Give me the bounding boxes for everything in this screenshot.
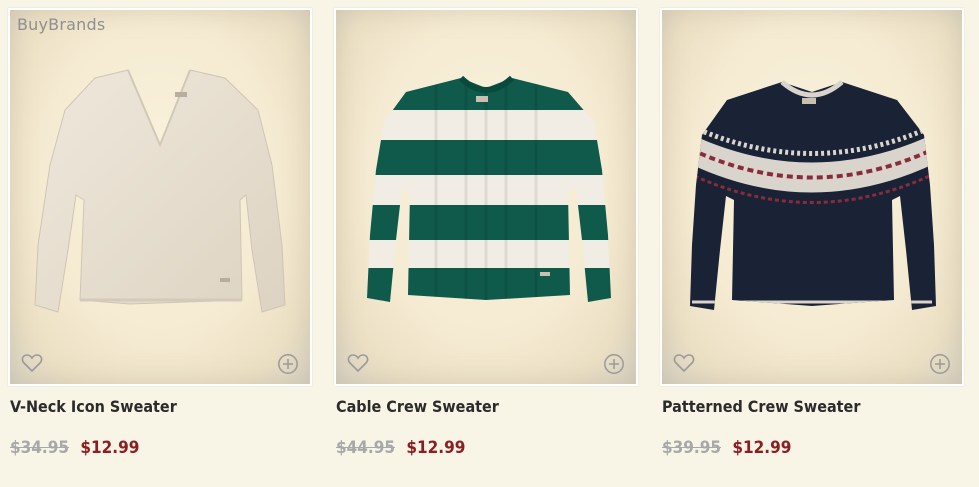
sale-price: $12.99 bbox=[80, 438, 140, 458]
product-image-frame[interactable] bbox=[660, 8, 964, 386]
product-price: $39.95 $12.99 bbox=[662, 438, 791, 458]
product-image-vneck-sweater[interactable] bbox=[10, 10, 310, 384]
heart-outline-icon[interactable] bbox=[21, 353, 43, 373]
product-grid-page: BuyBrands V-Neck Icon Sweater $34.95 $12… bbox=[0, 0, 979, 487]
product-name[interactable]: V-Neck Icon Sweater bbox=[10, 397, 177, 416]
plus-circle-icon[interactable] bbox=[277, 353, 299, 375]
heart-outline-icon[interactable] bbox=[347, 353, 369, 373]
original-price: $44.95 bbox=[336, 438, 396, 458]
watermark: BuyBrands bbox=[17, 15, 106, 34]
sale-price: $12.99 bbox=[732, 438, 792, 458]
product-image-cable-crew-sweater[interactable] bbox=[336, 10, 636, 384]
product-price: $34.95 $12.99 bbox=[10, 438, 139, 458]
product-card[interactable]: V-Neck Icon Sweater $34.95 $12.99 bbox=[8, 8, 312, 458]
product-image-frame[interactable] bbox=[334, 8, 638, 386]
product-card[interactable]: Cable Crew Sweater $44.95 $12.99 bbox=[334, 8, 638, 458]
product-card[interactable]: Patterned Crew Sweater $39.95 $12.99 bbox=[660, 8, 964, 458]
sale-price: $12.99 bbox=[406, 438, 466, 458]
original-price: $34.95 bbox=[10, 438, 70, 458]
heart-outline-icon[interactable] bbox=[673, 353, 695, 373]
product-image-patterned-crew-sweater[interactable] bbox=[662, 10, 962, 384]
original-price: $39.95 bbox=[662, 438, 722, 458]
product-name[interactable]: Cable Crew Sweater bbox=[336, 397, 499, 416]
product-image-frame[interactable] bbox=[8, 8, 312, 386]
product-price: $44.95 $12.99 bbox=[336, 438, 465, 458]
product-name[interactable]: Patterned Crew Sweater bbox=[662, 397, 860, 416]
plus-circle-icon[interactable] bbox=[929, 353, 951, 375]
plus-circle-icon[interactable] bbox=[603, 353, 625, 375]
